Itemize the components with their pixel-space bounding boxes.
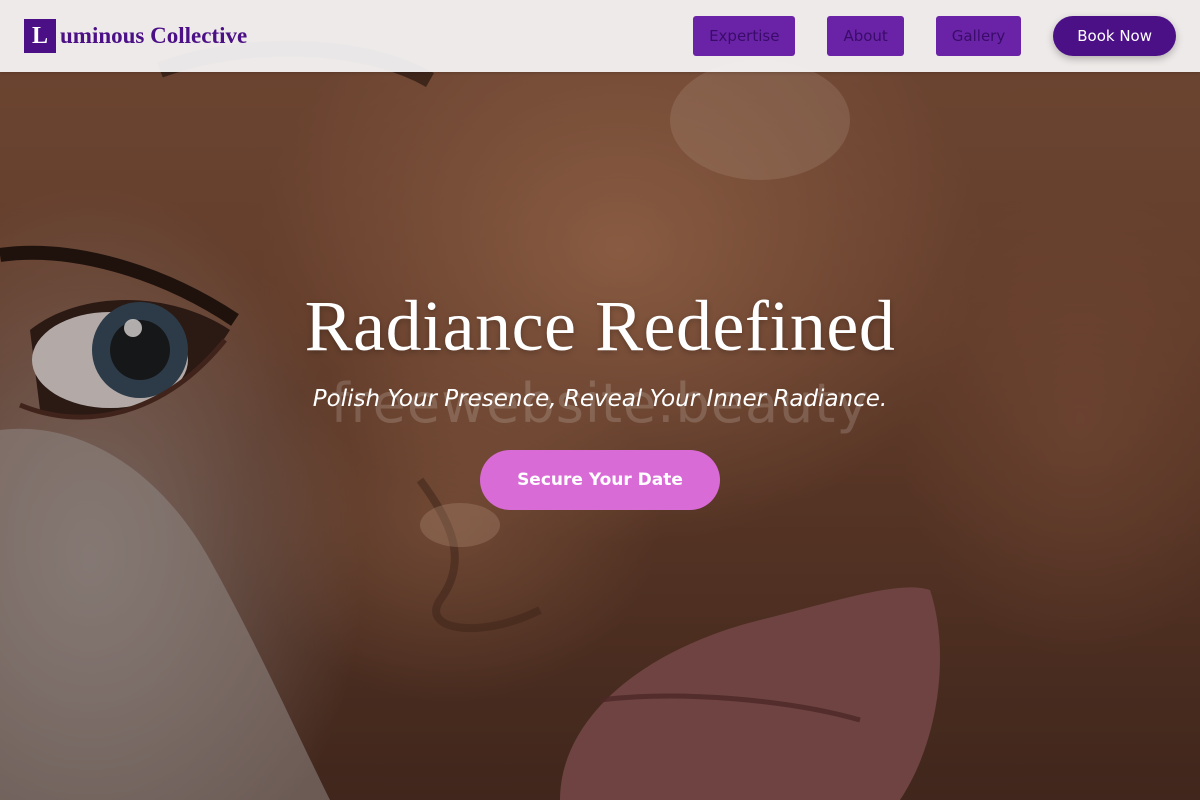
site-header: L uminous Collective Expertise About Gal… — [0, 0, 1200, 72]
hero-title: Radiance Redefined — [304, 286, 896, 366]
main-navigation: Expertise About Gallery Book Now — [661, 16, 1176, 56]
secure-date-button[interactable]: Secure Your Date — [480, 450, 720, 510]
nav-expertise[interactable]: Expertise — [693, 16, 796, 56]
brand-name: uminous Collective — [60, 23, 248, 48]
nav-about[interactable]: About — [827, 16, 904, 56]
hero-subtitle: Polish Your Presence, Reveal Your Inner … — [312, 386, 888, 412]
nav-gallery[interactable]: Gallery — [935, 16, 1022, 56]
brand-logo[interactable]: L uminous Collective — [24, 19, 247, 53]
brand-initial-mark: L — [24, 19, 56, 53]
book-now-button[interactable]: Book Now — [1053, 16, 1176, 56]
hero-content: Radiance Redefined Polish Your Presence,… — [0, 280, 1200, 416]
